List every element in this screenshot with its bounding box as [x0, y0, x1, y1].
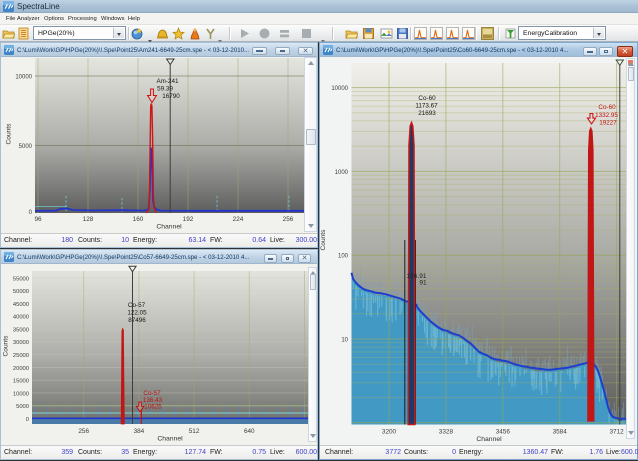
svg-text:91: 91: [419, 280, 427, 287]
svg-text:512: 512: [189, 428, 200, 435]
svg-text:35000: 35000: [13, 327, 29, 333]
svg-text:87496: 87496: [128, 317, 146, 324]
svg-text:Co-57: Co-57: [143, 390, 161, 397]
svg-text:25000: 25000: [13, 353, 29, 359]
svg-text:40000: 40000: [13, 315, 29, 321]
svg-text:20000: 20000: [13, 366, 29, 372]
svg-text:640: 640: [244, 428, 255, 435]
svg-text:10: 10: [341, 337, 348, 343]
svg-text:0: 0: [26, 417, 29, 423]
svg-text:160: 160: [133, 216, 144, 223]
svg-text:122.05: 122.05: [127, 310, 147, 317]
svg-text:256: 256: [78, 428, 89, 435]
svg-text:1173.67: 1173.67: [415, 103, 438, 110]
svg-text:5000: 5000: [16, 404, 29, 410]
svg-text:3200: 3200: [382, 429, 397, 436]
svg-text:10000: 10000: [15, 75, 32, 81]
svg-text:Co-60: Co-60: [418, 95, 436, 102]
svg-text:Co-57: Co-57: [128, 302, 146, 309]
svg-text:1000: 1000: [335, 170, 349, 176]
svg-text:Counts: Counts: [3, 335, 10, 357]
svg-text:45000: 45000: [13, 302, 29, 308]
svg-text:30000: 30000: [13, 340, 29, 346]
svg-text:Channel: Channel: [476, 436, 502, 443]
svg-text:10625: 10625: [144, 404, 162, 411]
svg-text:50000: 50000: [13, 289, 29, 295]
svg-text:224: 224: [233, 216, 244, 223]
svg-text:15000: 15000: [13, 379, 29, 385]
svg-text:Counts: Counts: [6, 123, 13, 145]
svg-text:19227: 19227: [599, 120, 617, 127]
svg-text:3712: 3712: [609, 429, 624, 436]
svg-text:96: 96: [34, 216, 42, 223]
svg-text:3456: 3456: [496, 429, 511, 436]
svg-text:10000: 10000: [13, 391, 29, 397]
svg-text:5000: 5000: [19, 144, 33, 150]
svg-text:55000: 55000: [13, 276, 29, 282]
svg-text:Co-60: Co-60: [598, 104, 616, 111]
svg-text:10000: 10000: [331, 86, 348, 92]
svg-text:100: 100: [338, 254, 349, 260]
svg-text:59.39: 59.39: [157, 86, 173, 93]
svg-text:192: 192: [183, 216, 194, 223]
svg-text:Channel: Channel: [157, 436, 183, 443]
svg-text:3584: 3584: [553, 429, 568, 436]
svg-text:Counts: Counts: [320, 229, 327, 251]
svg-text:Am-241: Am-241: [156, 78, 179, 85]
svg-text:256: 256: [283, 216, 294, 223]
svg-text:1332.95: 1332.95: [595, 112, 618, 119]
svg-text:3328: 3328: [439, 429, 454, 436]
svg-text:128: 128: [83, 216, 94, 223]
svg-text:16790: 16790: [162, 93, 180, 100]
svg-text:384: 384: [134, 428, 145, 435]
svg-text:Channel: Channel: [156, 224, 182, 231]
svg-text:21693: 21693: [418, 110, 436, 117]
